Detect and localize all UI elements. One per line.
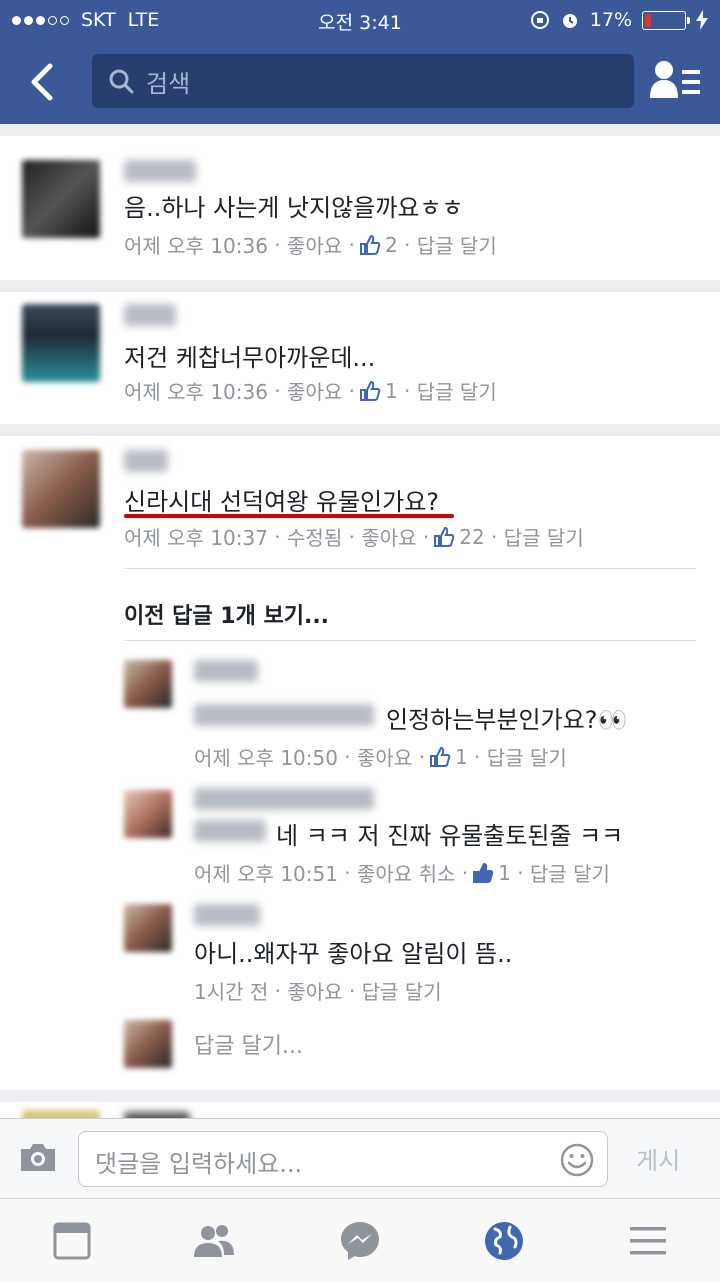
edited-label[interactable]: 수정됨 bbox=[287, 522, 342, 551]
reply-text: 아니..왜자꾸 좋아요 알림이 뜸.. bbox=[194, 940, 513, 968]
reply-button[interactable]: 답글 달기 bbox=[530, 858, 610, 887]
search-icon bbox=[109, 69, 134, 94]
friends-icon bbox=[194, 1225, 234, 1257]
comment-composer: 댓글을 입력하세요... 게시 bbox=[0, 1118, 720, 1198]
comment-meta: 어제 오후 10:36 · 좋아요 · 2 · 답글 달기 bbox=[124, 230, 497, 259]
avatar[interactable] bbox=[22, 160, 100, 238]
like-count: 1 bbox=[498, 860, 511, 885]
like-count: 22 bbox=[459, 524, 485, 549]
battery-percent: 17% bbox=[589, 9, 632, 31]
reply-meta: 어제 오후 10:50 · 좋아요 · 1 · 답글 달기 bbox=[194, 742, 567, 771]
tab-messenger[interactable] bbox=[336, 1217, 384, 1265]
like-button[interactable]: 좋아요 bbox=[287, 376, 342, 405]
divider bbox=[124, 640, 696, 641]
reply-button[interactable]: 답글 달기 bbox=[362, 976, 442, 1005]
like-icon bbox=[429, 746, 451, 767]
commenter-name-blurred[interactable] bbox=[124, 450, 168, 472]
like-icon bbox=[473, 862, 494, 883]
messenger-icon bbox=[341, 1222, 379, 1260]
search-placeholder: 검색 bbox=[146, 69, 191, 98]
avatar[interactable] bbox=[22, 304, 100, 382]
orientation-lock-icon bbox=[530, 11, 549, 29]
comments-list: 음..하나 사는게 낫지않을까요ㅎㅎ 어제 오후 10:36 · 좋아요 · 2… bbox=[0, 124, 720, 1118]
avatar[interactable] bbox=[22, 450, 100, 528]
commenter-name-blurred[interactable] bbox=[124, 160, 196, 182]
timestamp: 어제 오후 10:36 bbox=[124, 234, 268, 258]
commenter-name-blurred[interactable] bbox=[194, 904, 260, 926]
like-button[interactable]: 좋아요 bbox=[287, 230, 342, 259]
alarm-icon bbox=[562, 14, 577, 28]
back-arrow-icon bbox=[31, 63, 53, 101]
avatar[interactable] bbox=[124, 904, 172, 952]
timestamp: 어제 오후 10:37 bbox=[124, 526, 268, 550]
view-previous-replies-link[interactable]: 이전 답글 1개 보기... bbox=[124, 598, 329, 630]
tab-friends[interactable] bbox=[190, 1217, 238, 1265]
bottom-tab-bar bbox=[0, 1198, 720, 1282]
avatar[interactable] bbox=[124, 790, 172, 838]
comment-text: 음..하나 사는게 낫지않을까요ㅎㅎ bbox=[124, 194, 464, 222]
section-divider bbox=[0, 424, 720, 436]
comment-input[interactable]: 댓글을 입력하세요... bbox=[78, 1131, 608, 1187]
tab-menu[interactable] bbox=[624, 1217, 672, 1265]
back-button[interactable] bbox=[22, 58, 62, 106]
reply-button[interactable]: 답글 달기 bbox=[417, 230, 497, 259]
emoji-icon[interactable] bbox=[559, 1142, 595, 1178]
charging-bolt-icon bbox=[696, 10, 708, 30]
like-button[interactable]: 좋아요 bbox=[361, 522, 416, 551]
like-icon bbox=[434, 526, 455, 547]
section-divider bbox=[0, 124, 720, 136]
news-feed-icon bbox=[53, 1222, 91, 1260]
top-bar: SKT LTE 오전 3:41 17% 검색 bbox=[0, 0, 720, 124]
timestamp: 어제 오후 10:51 bbox=[194, 862, 338, 886]
globe-icon bbox=[485, 1222, 523, 1260]
reply-text: 네 ㅋㅋ 저 진짜 유물출토된줄 ㅋㅋ bbox=[276, 822, 624, 850]
tab-notifications[interactable] bbox=[480, 1217, 528, 1265]
reply-text: 인정하는부분인가요?👀 bbox=[386, 706, 628, 734]
reply-button[interactable]: 답글 달기 bbox=[487, 742, 567, 771]
like-button[interactable]: 좋아요 bbox=[287, 976, 342, 1005]
timestamp: 1시간 전 bbox=[194, 980, 269, 1004]
avatar[interactable] bbox=[22, 1110, 100, 1118]
section-divider bbox=[0, 1090, 720, 1102]
status-bar: SKT LTE 오전 3:41 17% bbox=[0, 0, 720, 40]
friend-requests-button[interactable] bbox=[648, 58, 704, 104]
like-count: 1 bbox=[454, 744, 468, 769]
commenter-name-blurred[interactable] bbox=[194, 660, 258, 682]
battery-icon bbox=[642, 10, 690, 30]
tab-news-feed[interactable] bbox=[48, 1217, 96, 1265]
like-count: 1 bbox=[384, 378, 398, 403]
comment-text: 신라시대 선덕여왕 유물인가요? bbox=[124, 488, 440, 516]
commenter-name-blurred[interactable] bbox=[194, 788, 374, 810]
camera-icon bbox=[21, 1144, 55, 1171]
red-underline-annotation bbox=[124, 514, 454, 518]
section-divider bbox=[0, 280, 720, 292]
reply-button[interactable]: 답글 달기 bbox=[504, 522, 584, 551]
search-input[interactable]: 검색 bbox=[92, 54, 634, 108]
timestamp: 어제 오후 10:36 bbox=[124, 380, 268, 404]
reply-meta: 어제 오후 10:51 · 좋아요 취소 · 1 · 답글 달기 bbox=[194, 858, 610, 887]
like-button[interactable]: 좋아요 bbox=[357, 742, 412, 771]
own-avatar bbox=[124, 1020, 172, 1068]
like-count: 2 bbox=[384, 232, 398, 257]
reply-meta: 1시간 전 · 좋아요 · 답글 달기 bbox=[194, 976, 442, 1005]
comment-meta: 어제 오후 10:36 · 좋아요 · 1 · 답글 달기 bbox=[124, 376, 497, 405]
reply-prompt[interactable]: 답글 달기... bbox=[194, 1028, 303, 1060]
like-icon bbox=[359, 234, 381, 255]
camera-button[interactable] bbox=[18, 1139, 58, 1175]
like-icon bbox=[359, 380, 381, 401]
reply-button[interactable]: 답글 달기 bbox=[417, 376, 497, 405]
commenter-name-blurred[interactable] bbox=[124, 304, 176, 326]
timestamp: 어제 오후 10:50 bbox=[194, 746, 338, 770]
mentioned-name-blurred[interactable] bbox=[194, 820, 266, 842]
divider bbox=[124, 568, 696, 569]
unlike-button[interactable]: 좋아요 취소 bbox=[357, 858, 455, 887]
friend-requests-icon bbox=[650, 61, 700, 98]
mentioned-name-blurred[interactable] bbox=[194, 704, 374, 726]
post-button[interactable]: 게시 bbox=[636, 1141, 680, 1176]
comment-meta: 어제 오후 10:37 · 수정됨 · 좋아요 · 22 · 답글 달기 bbox=[124, 522, 584, 551]
menu-icon bbox=[630, 1227, 666, 1255]
comment-text: 저건 케찹너무아까운데... bbox=[124, 344, 376, 372]
avatar[interactable] bbox=[124, 660, 172, 708]
comment-input-placeholder: 댓글을 입력하세요... bbox=[95, 1150, 303, 1178]
